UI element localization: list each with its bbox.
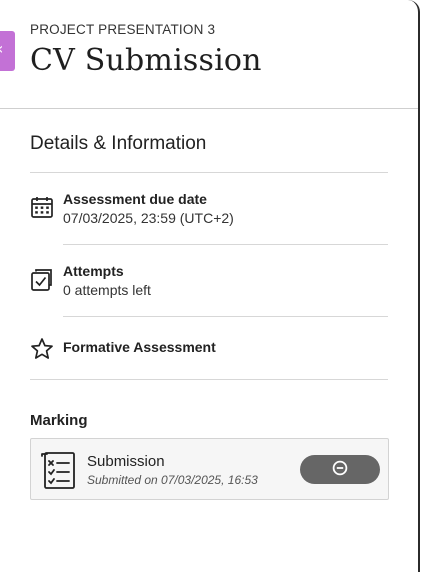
- attempts-icon: [30, 267, 54, 291]
- submission-meta: Submitted on 07/03/2025, 16:53: [87, 473, 258, 487]
- star-outline-icon: [30, 337, 54, 361]
- submission-card[interactable]: Submission Submitted on 07/03/2025, 16:5…: [30, 438, 389, 500]
- attempts-label: Attempts: [63, 263, 124, 279]
- details-section-title: Details & Information: [30, 133, 207, 154]
- due-date-row: Assessment due date 07/03/2025, 23:59 (U…: [30, 191, 388, 231]
- formative-label: Formative Assessment: [63, 339, 216, 355]
- panel-header: PROJECT PRESENTATION 3 CV Submission: [30, 22, 418, 78]
- assessment-details-panel: ‹ PROJECT PRESENTATION 3 CV Submission D…: [0, 0, 420, 572]
- page-title: CV Submission: [30, 43, 262, 78]
- marking-title: Marking: [30, 412, 88, 429]
- submission-name: Submission: [87, 453, 165, 470]
- formative-row: Formative Assessment: [30, 337, 388, 363]
- minus-circle-icon: [332, 460, 348, 480]
- calendar-icon: [30, 195, 54, 219]
- panel-collapse-tab[interactable]: ‹: [0, 31, 15, 71]
- checklist-icon: [40, 450, 76, 490]
- assessment-overline: PROJECT PRESENTATION 3: [30, 22, 216, 37]
- due-date-label: Assessment due date: [63, 191, 207, 207]
- attempts-divider: [63, 316, 388, 317]
- formative-divider: [30, 379, 388, 380]
- header-divider: [0, 108, 418, 109]
- chevron-left-icon: ‹: [0, 41, 3, 57]
- submission-status-button[interactable]: [300, 455, 380, 484]
- details-divider: [30, 172, 388, 173]
- due-date-value: 07/03/2025, 23:59 (UTC+2): [63, 210, 234, 226]
- due-date-divider: [63, 244, 388, 245]
- attempts-value: 0 attempts left: [63, 282, 151, 298]
- attempts-row: Attempts 0 attempts left: [30, 263, 388, 303]
